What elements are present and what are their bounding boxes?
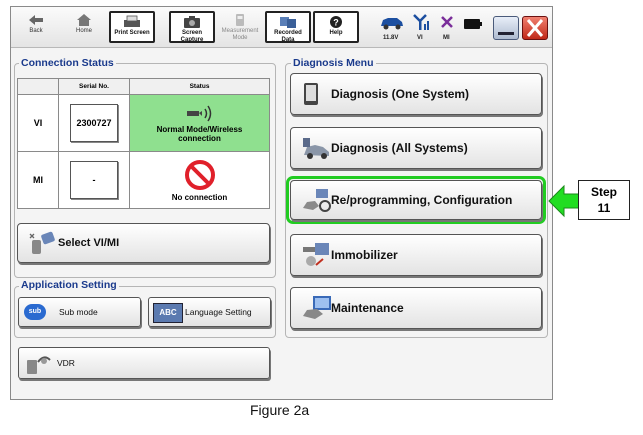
wireless-connection-icon (186, 105, 211, 122)
immobilizer-icon (303, 243, 329, 266)
reprogramming-icon (303, 189, 331, 212)
minimize-button[interactable] (493, 16, 519, 40)
mi-label: MI (443, 35, 450, 41)
all-systems-icon (303, 138, 329, 159)
serial-cell-vi: 2300727 (58, 94, 130, 152)
recorded-data-label-2: Data (281, 37, 295, 43)
printer-icon (124, 15, 140, 27)
minimize-icon (498, 32, 514, 35)
step-label: Step (590, 185, 617, 199)
recorded-data-label-1: Recorded (274, 30, 302, 36)
measurement-mode-button[interactable]: Measurement Mode (217, 11, 263, 43)
single-system-icon (304, 83, 318, 105)
screen-capture-label-1: Screen (181, 30, 202, 36)
back-button[interactable]: Back (13, 11, 59, 43)
camera-icon (184, 16, 200, 28)
status-cell-vi: Normal Mode/Wireless connection (129, 94, 270, 152)
home-label: Home (75, 28, 92, 34)
help-button[interactable]: ? Help (313, 11, 359, 43)
diagnosis-all-systems-button[interactable]: Diagnosis (All Systems) (290, 127, 542, 169)
help-label: Help (329, 30, 343, 36)
diagnosis-all-systems-label: Diagnosis (All Systems) (331, 141, 468, 155)
vi-label: VI (417, 35, 423, 41)
close-icon (526, 19, 544, 37)
meter-icon (236, 14, 244, 26)
table-header-row: Serial No. Status (17, 78, 270, 95)
status-text-vi-2: connection (178, 134, 221, 143)
reprogramming-configuration-label: Re/programming, Configuration (331, 193, 513, 207)
sub-mode-icon: sub (24, 304, 46, 320)
reprogramming-configuration-button[interactable]: Re/programming, Configuration (290, 180, 542, 220)
connection-status-table: Serial No. Status VI 2300727 Normal Mode… (17, 78, 270, 209)
close-button[interactable] (522, 16, 548, 40)
measurement-label-1: Measurement (221, 28, 259, 34)
battery-icon (464, 19, 482, 29)
select-vi-mi-label: Select VI/MI (58, 237, 120, 249)
vdr-icon (27, 356, 51, 374)
status-text-vi-1: Normal Mode/Wireless (156, 125, 243, 134)
select-vi-mi-button[interactable]: Select VI/MI (17, 223, 270, 263)
language-setting-label: Language Setting (185, 307, 252, 317)
figure-caption: Figure 2a (250, 402, 310, 418)
diagnosis-one-system-button[interactable]: Diagnosis (One System) (290, 73, 542, 115)
step-arrow-icon (548, 184, 580, 218)
sub-mode-button[interactable]: sub Sub mode (18, 297, 141, 327)
table-header-serial: Serial No. (58, 78, 130, 95)
sub-mode-label: Sub mode (59, 307, 98, 317)
abc-language-icon: ABC (153, 303, 183, 323)
voltage-readout: 11.8V (383, 35, 399, 41)
maintenance-button[interactable]: Maintenance (290, 287, 542, 329)
home-button[interactable]: Home (61, 11, 107, 43)
back-arrow-icon (29, 15, 43, 25)
status-cell-mi: No connection (129, 151, 270, 209)
print-screen-label: Print Screen (114, 30, 150, 36)
mi-disconnected-icon (441, 16, 453, 28)
serial-cell-mi: - (58, 151, 130, 209)
no-connection-icon (184, 159, 215, 190)
status-text-mi: No connection (171, 192, 228, 202)
table-header-device (17, 78, 59, 95)
immobilizer-button[interactable]: Immobilizer (290, 234, 542, 276)
connection-status-title: Connection Status (19, 57, 116, 69)
table-row-mi: MI - No connection (17, 151, 270, 209)
measurement-label-2: Mode (232, 35, 248, 41)
device-label-mi: MI (17, 151, 59, 209)
vdr-button[interactable]: VDR (18, 347, 270, 379)
maintenance-label: Maintenance (331, 301, 404, 315)
language-setting-button[interactable]: ABC Language Setting (148, 297, 271, 327)
step-callout-box: Step 11 (578, 180, 630, 220)
step-number: 11 (597, 201, 611, 215)
home-icon (77, 14, 91, 26)
serial-box-vi: 2300727 (70, 104, 118, 142)
maintenance-icon (303, 296, 331, 319)
screen-capture-button[interactable]: Screen Capture (169, 11, 215, 43)
device-label-vi: VI (17, 94, 59, 152)
car-battery-icon (381, 18, 403, 30)
diagnosis-one-system-label: Diagnosis (One System) (331, 87, 470, 101)
application-setting-title: Application Setting (19, 279, 119, 291)
back-label: Back (29, 28, 43, 34)
toolbar: Back Home Print Screen Screen Capture Me… (11, 7, 552, 48)
diagnosis-menu-title: Diagnosis Menu (291, 57, 376, 69)
table-row-vi: VI 2300727 Normal Mode/Wireless connecti… (17, 94, 270, 152)
serial-box-mi: - (70, 161, 118, 199)
help-icon: ? (330, 16, 342, 28)
svg-text:?: ? (333, 18, 339, 28)
immobilizer-label: Immobilizer (331, 248, 398, 262)
print-screen-button[interactable]: Print Screen (109, 11, 155, 43)
vdr-label: VDR (57, 358, 75, 368)
table-header-status: Status (129, 78, 270, 95)
vi-signal-icon (413, 14, 429, 30)
recorded-data-icon (280, 17, 296, 28)
recorded-data-button[interactable]: Recorded Data (265, 11, 311, 43)
vi-mi-device-icon (29, 231, 55, 254)
screen-capture-label-2: Capture (180, 37, 204, 43)
